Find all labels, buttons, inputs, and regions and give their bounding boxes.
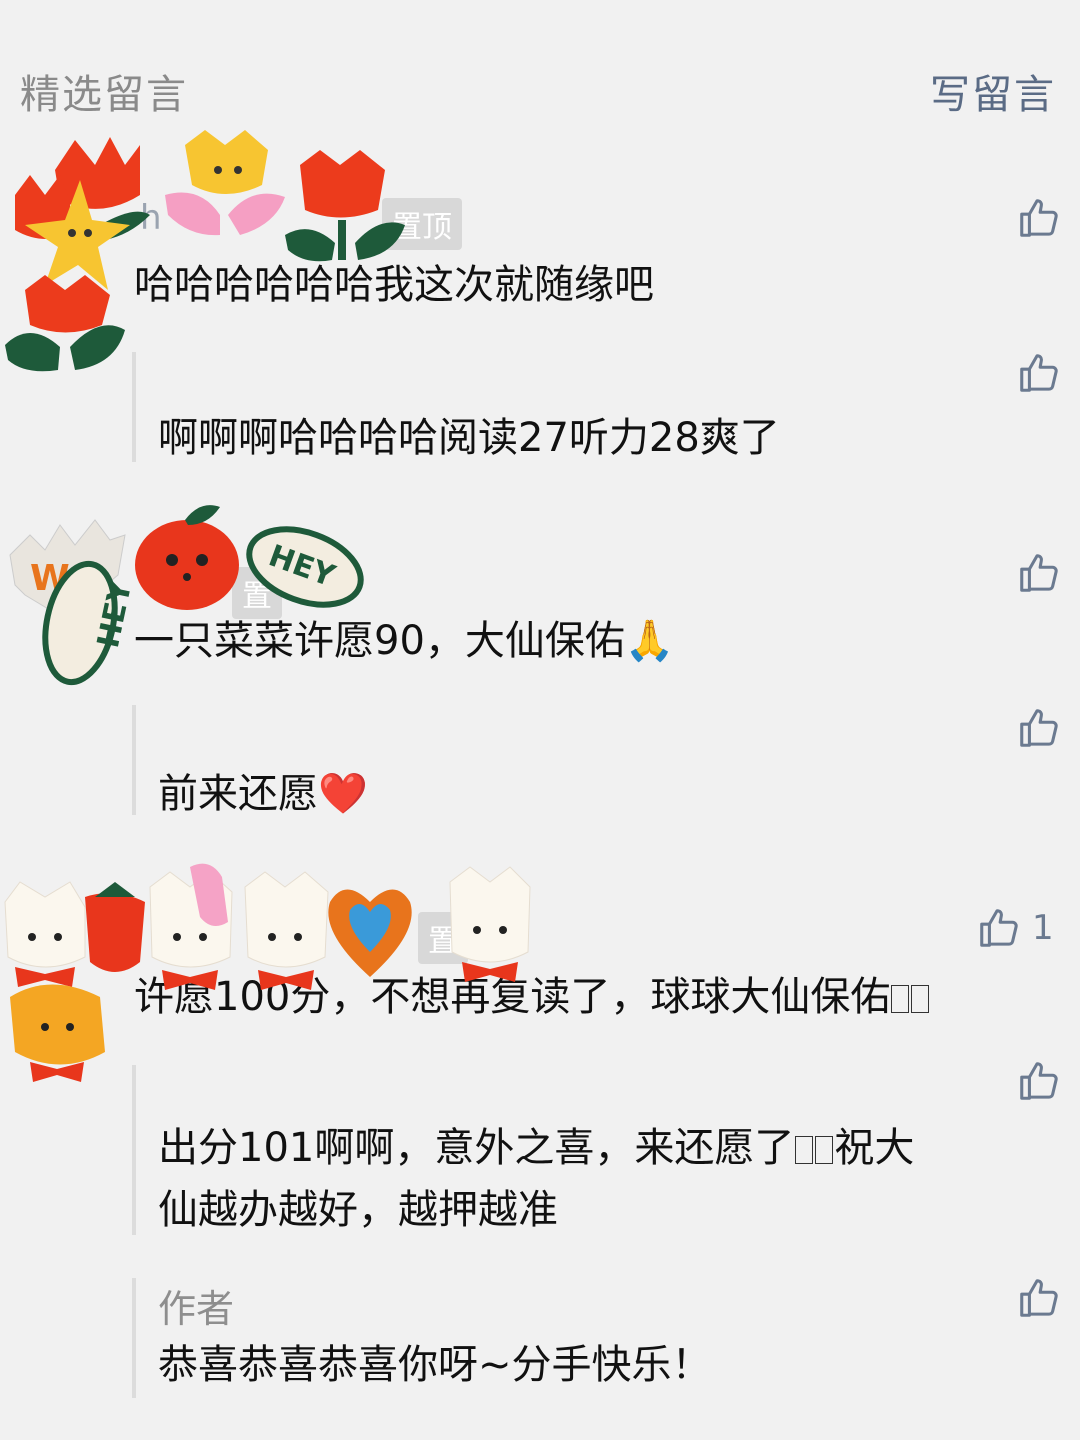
author-label: 作者 [158, 1287, 235, 1331]
missing-emoji-glyph [891, 985, 910, 1013]
thumbs-up-icon [1020, 199, 1058, 237]
missing-emoji-glyph [795, 1136, 814, 1164]
like-button[interactable] [1016, 550, 1062, 596]
hey-oval-sticker: HEY [246, 526, 364, 608]
like-count: 1 [1032, 908, 1054, 948]
orange-puppy-sticker [10, 984, 105, 1082]
like-button[interactable] [1016, 1275, 1062, 1321]
author-reply-block: 作者 恭喜恭喜恭喜你呀~分手快乐！ [132, 1278, 1016, 1398]
yellow-tulip-sticker [165, 130, 285, 236]
like-button[interactable] [1016, 1058, 1062, 1104]
reply-text-end: 祝大 [834, 1125, 915, 1171]
thumbs-up-icon [1020, 1062, 1058, 1100]
hey-stickers: W HEY HEY [9, 505, 364, 686]
reply-text-line-1: 出分101啊啊，意外之喜，来还愿了 祝大 [158, 1117, 914, 1179]
author-reply-text: 恭喜恭喜恭喜你呀~分手快乐！ [158, 1342, 712, 1388]
thumbs-up-icon [980, 909, 1018, 947]
like-button[interactable]: 1 [976, 905, 1054, 951]
featured-comments-title: 精选留言 [20, 72, 188, 118]
reply-block: 前来还愿❤️ [132, 705, 1016, 817]
like-button[interactable] [1016, 705, 1062, 751]
missing-emoji-glyph [815, 1136, 834, 1164]
missing-emoji-glyph [911, 985, 930, 1013]
reply-text: 啊啊啊哈哈哈哈阅读27听力28爽了 [158, 415, 780, 461]
comments-page: 精选留言 写留言 h 置顶 哈哈哈哈哈哈我这次就随缘吧 啊啊啊哈哈哈哈阅读27听… [0, 0, 1080, 1440]
puppy-sticker [4, 881, 86, 987]
puppy-stickers [4, 863, 531, 1082]
puppy-sticker [244, 871, 329, 990]
thumbs-up-icon [1020, 709, 1058, 747]
red-tulip-sticker [285, 150, 405, 262]
like-button[interactable] [1016, 195, 1062, 241]
write-comment-button[interactable]: 写留言 [930, 62, 1056, 120]
comments-header: 精选留言 写留言 [0, 0, 1080, 130]
strawberry-sticker [85, 882, 145, 972]
reply-text-line-2: 仙越办越好，越押越准 [158, 1187, 558, 1233]
tulip-stickers [5, 130, 405, 372]
like-button[interactable] [1016, 350, 1062, 396]
bottom-tulip-sticker [5, 275, 125, 372]
reply-text: 前来还愿❤️ [158, 771, 368, 817]
apple-sticker [135, 505, 239, 610]
thumbs-up-icon [1020, 554, 1058, 592]
thumbs-up-icon [1020, 354, 1058, 392]
puppy-sticker [449, 866, 531, 982]
reply-text-start: 出分101啊啊，意外之喜，来还愿了 [158, 1125, 795, 1171]
thumbs-up-icon [1020, 1279, 1058, 1317]
heart-sticker [328, 889, 412, 977]
